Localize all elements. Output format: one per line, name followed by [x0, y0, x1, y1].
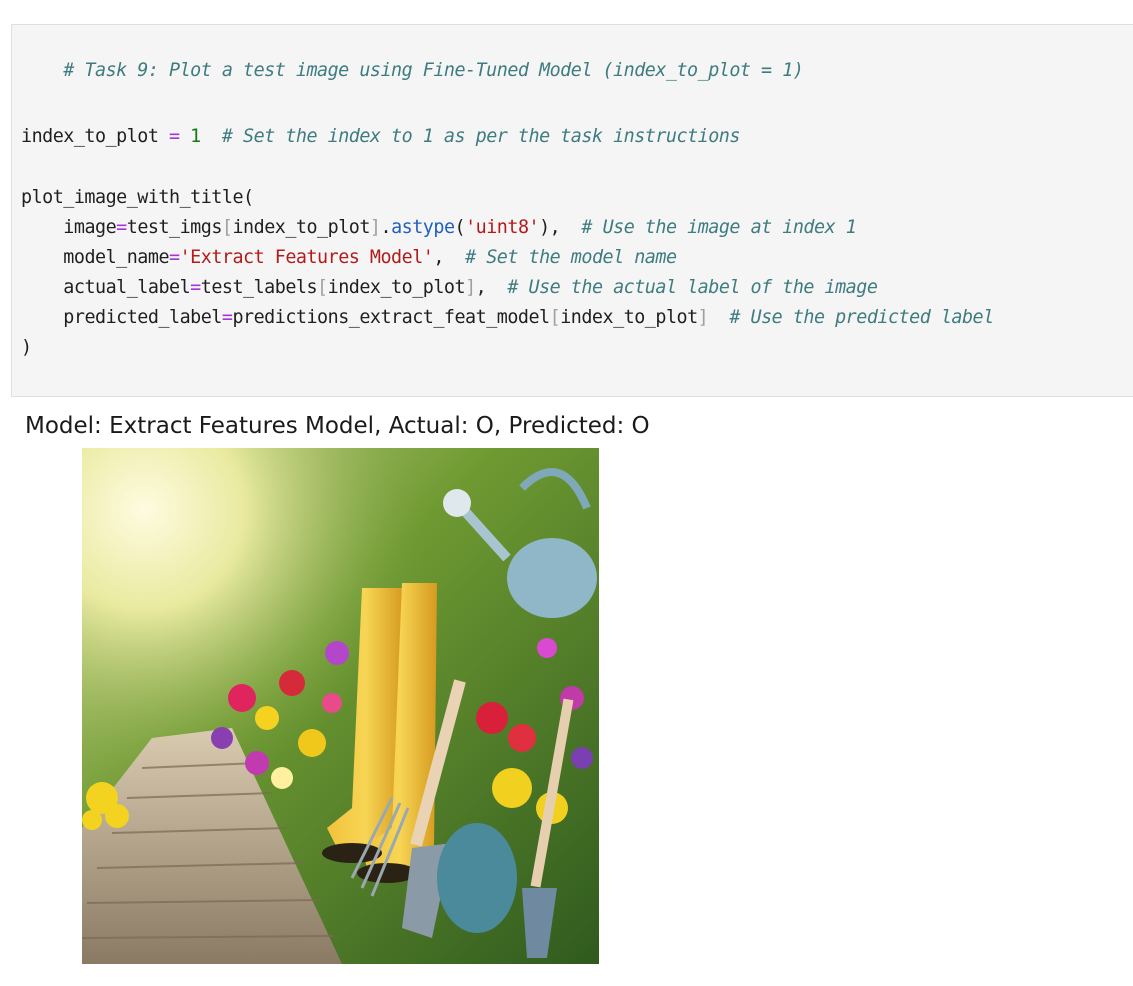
code-keyword-arg: image — [63, 217, 117, 238]
code-comma: , — [475, 277, 487, 298]
code-index: index_to_plot — [232, 217, 370, 238]
garden-photo-graphic — [82, 448, 599, 964]
code-cell[interactable]: # Task 9: Plot a test image using Fine-T… — [11, 24, 1133, 397]
code-bracket: [ — [221, 217, 233, 238]
code-comment: # Task 9: Plot a test image using Fine-T… — [63, 60, 804, 81]
code-comment: # Set the model name — [465, 247, 677, 268]
cell-output: Model: Extract Features Model, Actual: O… — [0, 398, 1133, 986]
code-comma: , — [433, 247, 444, 268]
code-string: 'uint8' — [465, 217, 540, 238]
code-paren: ( — [454, 217, 466, 238]
code-keyword-arg: predicted_label — [63, 307, 222, 328]
code-bracket: ] — [369, 217, 381, 238]
code-paren: ) — [21, 337, 32, 358]
code-operator: = — [221, 307, 233, 328]
code-operator: = — [169, 247, 180, 268]
code-string: 'Extract Features Model' — [179, 247, 434, 268]
code-operator: = — [190, 277, 201, 298]
code-bracket: ] — [465, 277, 476, 298]
code-comment: # Use the predicted label — [729, 307, 994, 328]
code-index: index_to_plot — [560, 307, 698, 328]
code-expr: predictions_extract_feat_model — [232, 307, 550, 328]
code-variable: index_to_plot — [21, 126, 170, 147]
code-operator: = — [116, 217, 127, 238]
code-bracket: [ — [549, 307, 561, 328]
code-line-comment: # Task 9: Plot a test image using Fine-T… — [21, 35, 804, 81]
code-keyword-arg: model_name — [63, 247, 170, 268]
garden-photo — [82, 448, 599, 964]
code-number: 1 — [190, 126, 201, 147]
code-index: index_to_plot — [327, 277, 466, 298]
code-line-predicted-label-arg: predicted_label=predictions_extract_feat… — [21, 306, 994, 330]
code-comment: # Set the index to 1 as per the task ins… — [221, 126, 741, 147]
code-keyword-arg: actual_label — [63, 277, 191, 298]
code-method: astype — [391, 217, 455, 238]
code-line-index-assign: index_to_plot = 1 # Set the index to 1 a… — [21, 125, 740, 149]
code-line-model-name-arg: model_name='Extract Features Model', # S… — [21, 246, 677, 270]
code-function-call: plot_image_with_title( — [21, 187, 254, 208]
plot-title: Model: Extract Features Model, Actual: O… — [25, 413, 650, 439]
code-expr: test_labels — [200, 277, 318, 298]
code-paren: ), — [539, 217, 561, 238]
code-dot: . — [380, 217, 392, 238]
code-comment: # Use the actual label of the image — [507, 277, 878, 298]
code-bracket: ] — [697, 307, 709, 328]
code-line-actual-label-arg: actual_label=test_labels[index_to_plot],… — [21, 276, 878, 300]
code-line-image-arg: image=test_imgs[index_to_plot].astype('u… — [21, 216, 856, 240]
code-line-close-paren: ) — [21, 336, 32, 360]
code-expr: test_imgs — [126, 217, 223, 238]
code-bracket: [ — [317, 277, 328, 298]
code-comment: # Use the image at index 1 — [581, 217, 857, 238]
code-operator: = — [169, 126, 180, 147]
code-line-call: plot_image_with_title( — [21, 186, 254, 210]
